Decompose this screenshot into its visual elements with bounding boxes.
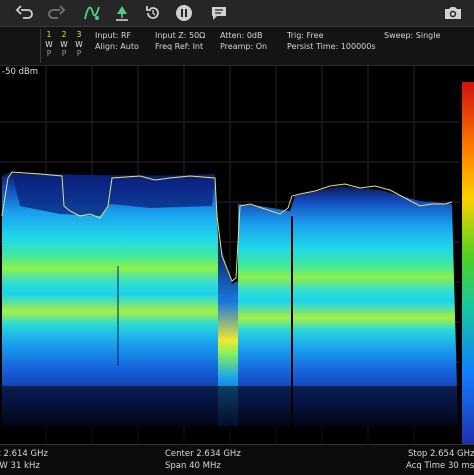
freq-ref-label: Freq Ref: Int bbox=[155, 42, 204, 51]
trace-2-indicator[interactable]: 2 W P bbox=[60, 30, 68, 59]
persist-time-label: Persist Time: 100000s bbox=[287, 42, 376, 51]
trace-mode: W bbox=[75, 39, 83, 49]
attenuation-settings[interactable]: Atten: 0dB Preamp: On bbox=[220, 30, 267, 52]
settings-panel[interactable]: 1 W P 2 W P 3 W P Input: RF Align: Auto … bbox=[0, 27, 474, 66]
trace-3-indicator[interactable]: 3 W P bbox=[75, 30, 83, 59]
spectrum-display[interactable]: -50 dBm bbox=[0, 66, 474, 444]
start-frequency[interactable]: Start 2.614 GHz bbox=[0, 449, 48, 460]
toolbar bbox=[0, 0, 474, 27]
marker-icon[interactable] bbox=[112, 3, 132, 23]
redo-icon[interactable] bbox=[46, 3, 66, 23]
trace-number: 3 bbox=[76, 30, 82, 39]
noise-floor bbox=[0, 386, 460, 444]
trace-detector: P bbox=[46, 49, 52, 58]
input-settings[interactable]: Input: RF Align: Auto bbox=[95, 30, 139, 52]
reference-level[interactable]: -50 dBm bbox=[2, 67, 38, 77]
trace-mode: W bbox=[45, 39, 53, 49]
input-label: Input: RF bbox=[95, 31, 132, 40]
atten-label: Atten: 0dB bbox=[220, 31, 263, 40]
center-frequency[interactable]: Center 2.634 GHz bbox=[165, 449, 241, 460]
stop-frequency[interactable]: Stop 2.654 GHz bbox=[408, 449, 474, 460]
restart-icon[interactable] bbox=[143, 3, 163, 23]
undo-icon[interactable] bbox=[15, 3, 35, 23]
sweep-label: Sweep: Single bbox=[384, 31, 441, 40]
trigger-settings[interactable]: Trig: Free Persist Time: 100000s bbox=[287, 30, 376, 52]
trace-1-indicator[interactable]: 1 W P bbox=[45, 30, 53, 59]
input-z-settings[interactable]: Input Z: 50Ω Freq Ref: Int bbox=[155, 30, 205, 52]
persistence-spectrum bbox=[0, 66, 474, 444]
divider bbox=[40, 29, 41, 63]
color-scale-bar bbox=[462, 82, 474, 444]
trace-detector: P bbox=[76, 49, 82, 58]
span-value[interactable]: Span 40 MHz bbox=[165, 461, 221, 472]
input-z-label: Input Z: 50Ω bbox=[155, 31, 206, 40]
message-icon[interactable] bbox=[209, 3, 229, 23]
acq-time[interactable]: Acq Time 30 ms bbox=[406, 461, 474, 472]
frequency-readout: Start 2.614 GHz RBW 31 kHz Center 2.634 … bbox=[0, 444, 474, 475]
sweep-settings[interactable]: Sweep: Single bbox=[384, 30, 440, 41]
trace-mode: W bbox=[60, 39, 68, 49]
preamp-label: Preamp: On bbox=[220, 42, 268, 51]
align-label: Align: Auto bbox=[95, 42, 139, 51]
trig-label: Trig: Free bbox=[287, 31, 324, 40]
rbw-value[interactable]: RBW 31 kHz bbox=[0, 461, 40, 472]
pause-icon[interactable] bbox=[174, 3, 194, 23]
trace-number: 1 bbox=[46, 30, 52, 39]
trace-detector: P bbox=[61, 49, 67, 58]
trace-number: 2 bbox=[61, 30, 67, 39]
camera-icon[interactable] bbox=[443, 3, 463, 23]
trace-icon[interactable] bbox=[82, 3, 102, 23]
